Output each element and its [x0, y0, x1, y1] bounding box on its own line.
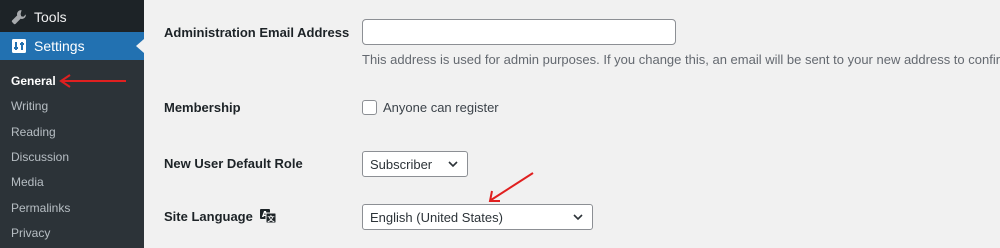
menu-item-tools[interactable]: Tools [0, 4, 144, 30]
default-role-select[interactable]: Subscriber [362, 151, 468, 177]
default-role-label: New User Default Role [164, 156, 303, 171]
submenu-item-privacy[interactable]: Privacy [11, 225, 50, 241]
site-language-label-text: Site Language [164, 209, 253, 224]
admin-email-description: This address is used for admin purposes.… [362, 52, 1000, 67]
submenu-item-reading[interactable]: Reading [11, 124, 56, 140]
submenu-item-permalinks[interactable]: Permalinks [11, 200, 70, 216]
admin-email-input[interactable] [362, 19, 676, 45]
submenu-item-discussion[interactable]: Discussion [11, 149, 69, 165]
site-language-selected-value: English (United States) [370, 209, 503, 225]
translate-icon: A 文 [259, 208, 277, 229]
site-language-label: Site Language A 文 [164, 208, 277, 229]
submenu-item-media[interactable]: Media [11, 174, 44, 190]
membership-label: Membership [164, 100, 241, 115]
wrench-icon [9, 7, 29, 27]
default-role-selected-value: Subscriber [370, 156, 433, 172]
menu-item-tools-label: Tools [34, 9, 67, 25]
admin-email-label: Administration Email Address [164, 25, 350, 40]
chevron-down-icon [448, 161, 458, 168]
site-language-select[interactable]: English (United States) [362, 204, 593, 230]
svg-text:文: 文 [268, 214, 276, 223]
anyone-can-register-label[interactable]: Anyone can register [383, 99, 499, 117]
admin-sidebar: Tools Settings General Writing Reading D… [0, 0, 144, 248]
submenu-item-general[interactable]: General [11, 73, 56, 89]
settings-icon [9, 36, 29, 56]
annotation-arrow-language [488, 172, 534, 202]
annotation-arrow-general [59, 74, 126, 88]
chevron-down-icon [573, 214, 583, 221]
submenu-item-writing[interactable]: Writing [11, 98, 48, 114]
anyone-can-register-checkbox[interactable] [362, 100, 377, 115]
menu-item-settings[interactable]: Settings [0, 32, 144, 60]
menu-item-settings-label: Settings [34, 38, 85, 54]
